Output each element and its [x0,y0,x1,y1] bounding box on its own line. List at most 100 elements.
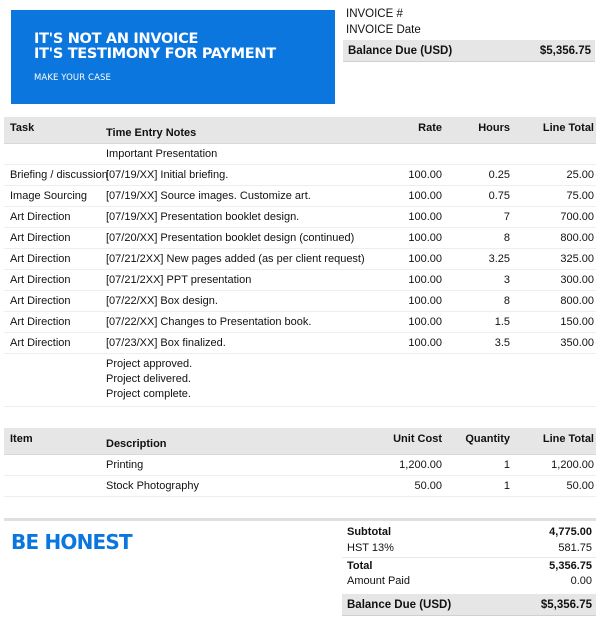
time-entry-row: Art Direction [07/21/2XX] PPT presentatio… [4,269,596,291]
tax-label: HST 13% [347,542,394,554]
rate-cell: 100.00 [356,164,444,186]
total-row: Total 5,356.75 [342,557,596,573]
line-total-cell: 75.00 [512,185,596,207]
task-cell: Image Sourcing [4,185,106,207]
line-total-cell: 300.00 [512,269,596,291]
intro-note: Important Presentation [106,143,356,165]
quantity-cell: 1 [444,454,512,476]
tax-value: 581.75 [558,542,592,554]
time-entry-row: Art Direction [07/19/XX] Presentation boo… [4,206,596,228]
items-table: Item Description Unit Cost Quantity Line… [4,428,596,497]
notes-cell: [07/22/XX] Box design. [106,290,356,312]
col-description: Description [106,428,356,455]
task-cell: Briefing / discussion [4,164,108,186]
invoice-number-label: INVOICE # [346,8,403,20]
rate-cell: 100.00 [356,227,444,249]
amount-paid-value: 0.00 [570,575,592,587]
closing-notes: Project approved. Project delivered. Proje… [106,353,356,407]
time-entry-row: Image Sourcing [07/19/XX] Source images. … [4,185,596,207]
col-task: Task [4,117,106,144]
time-entry-row: Art Direction [07/21/2XX] New pages added… [4,248,596,270]
notes-cell: [07/21/2XX] New pages added (as per clie… [106,248,365,270]
closing-note: Project complete. [106,387,191,400]
time-entry-row: Briefing / discussion [07/19/XX] Initial … [4,164,596,186]
invoice-meta: INVOICE # INVOICE Date Balance Due (USD)… [343,6,595,62]
quantity-cell: 1 [444,475,512,497]
invoice-date-label: INVOICE Date [346,24,421,36]
col-line-total: Line Total [512,117,596,144]
rate-cell: 100.00 [356,332,444,354]
hours-cell: 3.25 [444,248,512,270]
line-total-cell: 325.00 [512,248,596,270]
time-entries-table: Task Time Entry Notes Rate Hours Line To… [4,117,596,407]
description-cell: Printing [106,454,356,476]
time-entry-row: Art Direction [07/22/XX] Box design. 100.0… [4,290,596,312]
subtotal-label: Subtotal [347,526,391,538]
notes-cell: [07/23/XX] Box finalized. [106,332,356,354]
subtotal-row: Subtotal 4,775.00 [342,524,596,540]
footer-divider [4,518,596,521]
task-cell: Art Direction [4,227,106,249]
invoice-banner: IT'S NOT AN INVOICE IT'S TESTIMONY FOR P… [11,10,335,104]
item-row: Stock Photography 50.00 1 50.00 [4,475,596,497]
time-table-header: Task Time Entry Notes Rate Hours Line To… [4,117,596,144]
footer-balance-value: $5,356.75 [540,598,592,611]
col-item-line-total: Line Total [512,428,596,455]
col-hours: Hours [444,117,512,144]
banner-headline-2: IT'S TESTIMONY FOR PAYMENT [34,46,276,62]
notes-cell: [07/21/2XX] PPT presentation [106,269,356,291]
header-balance-label: Balance Due (USD) [348,44,453,57]
item-cell [4,454,106,476]
task-cell: Art Direction [4,290,106,312]
notes-cell: [07/19/XX] Source images. Customize art. [106,185,356,207]
time-entry-row: Art Direction [07/22/XX] Changes to Prese… [4,311,596,333]
unit-cost-cell: 50.00 [356,475,444,497]
header-balance-value: $5,356.75 [539,44,591,57]
hours-cell: 7 [444,206,512,228]
hours-cell: 3 [444,269,512,291]
subtotal-value: 4,775.00 [549,526,592,538]
line-total-cell: 800.00 [512,227,596,249]
items-table-header: Item Description Unit Cost Quantity Line… [4,428,596,455]
item-total-cell: 50.00 [512,475,596,497]
hours-cell: 8 [444,290,512,312]
item-total-cell: 1,200.00 [512,454,596,476]
closing-note: Project approved. [106,357,193,370]
task-cell: Art Direction [4,248,106,270]
col-unit-cost: Unit Cost [356,428,444,455]
total-label: Total [347,560,373,572]
col-quantity: Quantity [444,428,512,455]
footer-balance-label: Balance Due (USD) [347,598,452,611]
task-cell: Art Direction [4,269,106,291]
line-total-cell: 150.00 [512,311,596,333]
item-cell [4,475,106,497]
closing-note: Project delivered. [106,372,191,385]
rate-cell: 100.00 [356,248,444,270]
rate-cell: 100.00 [356,290,444,312]
line-total-cell: 700.00 [512,206,596,228]
notes-cell: [07/22/XX] Changes to Presentation book. [106,311,356,333]
amount-paid-label: Amount Paid [347,575,410,587]
hours-cell: 8 [444,227,512,249]
hours-cell: 3.5 [444,332,512,354]
task-cell: Art Direction [4,206,106,228]
notes-cell: [07/20/XX] Presentation booklet design (… [106,227,356,249]
notes-cell: [07/19/XX] Initial briefing. [106,164,356,186]
tax-row: HST 13% 581.75 [342,540,596,556]
rate-cell: 100.00 [356,269,444,291]
banner-headline-1: IT'S NOT AN INVOICE [34,31,199,47]
footer-balance-due: Balance Due (USD) $5,356.75 [342,594,596,616]
line-total-cell: 350.00 [512,332,596,354]
footer-slogan: BE HONEST [11,530,133,554]
col-rate: Rate [356,117,444,144]
col-notes: Time Entry Notes [106,117,356,144]
rate-cell: 100.00 [356,206,444,228]
amount-paid-row: Amount Paid 0.00 [342,573,596,589]
rate-cell: 100.00 [356,185,444,207]
line-total-cell: 25.00 [512,164,596,186]
time-intro-row: Important Presentation [4,143,596,165]
closing-notes-row: Project approved. Project delivered. Proje… [4,353,596,407]
hours-cell: 0.25 [444,164,512,186]
banner-tagline: MAKE YOUR CASE [34,73,111,83]
header-balance-due: Balance Due (USD) $5,356.75 [343,40,595,62]
